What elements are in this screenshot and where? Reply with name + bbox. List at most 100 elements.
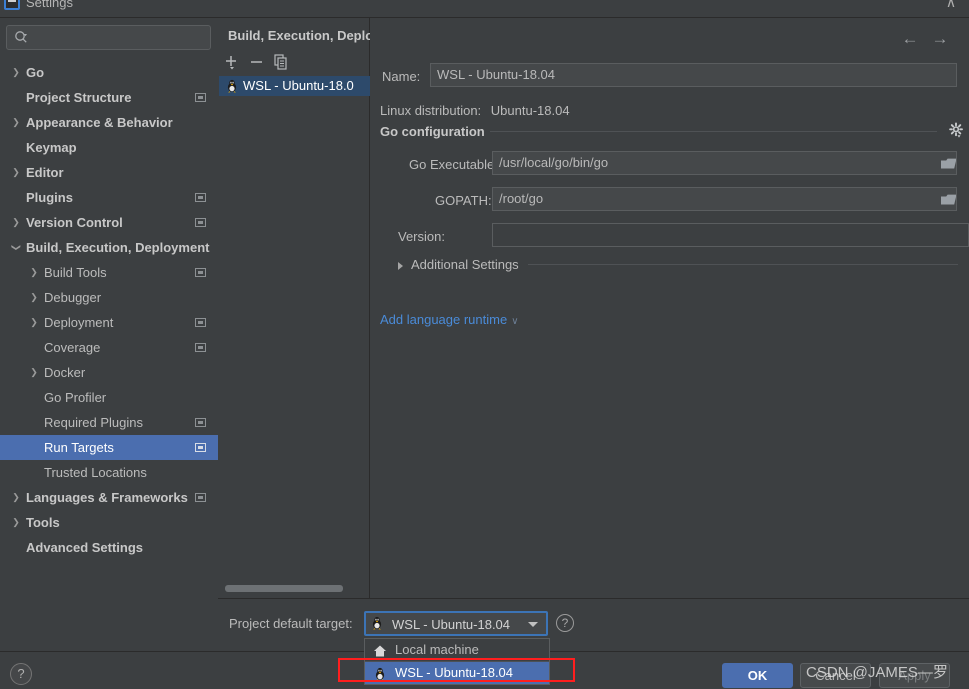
gear-icon[interactable] [948,122,964,138]
run-target-list[interactable]: WSL - Ubuntu-18.0 [219,76,370,576]
sidebar-item-coverage[interactable]: Coverage [0,335,218,360]
sidebar-item-keymap[interactable]: Keymap [0,135,218,160]
go-executable-label: Go Executable: [409,157,498,172]
sidebar-item-label: Version Control [26,215,123,230]
ok-button[interactable]: OK [722,663,793,688]
gopath-label: GOPATH: [435,193,492,208]
settings-window-icon [4,0,20,10]
sidebar-item-run-targets[interactable]: Run Targets [0,435,218,460]
sidebar-item-advanced-settings[interactable]: Advanced Settings [0,535,218,560]
chevron-right-icon[interactable]: ❯ [28,360,40,385]
sidebar-item-deployment[interactable]: ❯ Deployment [0,310,218,335]
tux-icon [225,79,239,93]
chevron-right-icon[interactable]: ❯ [10,110,22,135]
sidebar-item-trusted-locations[interactable]: Trusted Locations [0,460,218,485]
target-list-toolbar [222,53,362,75]
tux-icon [373,666,387,681]
sidebar-item-label: Languages & Frameworks [26,490,188,505]
sidebar-item-label: Coverage [44,340,101,355]
project-level-icon [195,218,206,227]
linux-distribution-value: Ubuntu-18.04 [490,103,570,118]
dropdown-option-wsl-ubuntu-18-04[interactable]: WSL - Ubuntu-18.04 [365,662,549,684]
scrollbar-thumb[interactable] [225,585,343,592]
project-level-icon [195,443,206,452]
name-input[interactable]: WSL - Ubuntu-18.04 [430,63,957,87]
browse-folder-icon-go-executable[interactable] [940,157,957,171]
project-level-icon [195,343,206,352]
chevron-right-icon[interactable]: ❯ [28,310,40,335]
chevron-down-icon[interactable]: ❯ [4,242,29,254]
forward-arrow-icon[interactable]: → [929,30,951,50]
sidebar-item-debugger[interactable]: ❯ Debugger [0,285,218,310]
search-icon [14,30,28,44]
list-horizontal-scrollbar[interactable] [219,583,369,593]
chevron-right-icon[interactable]: ❯ [10,60,22,85]
project-default-target-label: Project default target: [229,616,353,631]
sidebar-item-label: Go [26,65,45,80]
sidebar-item-label: Debugger [44,290,102,305]
sidebar-item-project-structure[interactable]: Project Structure [0,85,218,110]
chevron-right-icon[interactable]: ❯ [10,210,22,235]
chevron-right-icon[interactable]: ❯ [10,485,22,510]
chevron-right-icon[interactable]: ❯ [28,285,40,310]
go-executable-input[interactable]: /usr/local/go/bin/go [492,151,957,175]
sidebar-item-docker[interactable]: ❯ Docker [0,360,218,385]
copy-target-button[interactable] [272,53,292,73]
chevron-right-icon[interactable] [398,262,403,270]
chevron-right-icon[interactable]: ❯ [10,160,22,185]
add-target-button[interactable] [222,53,242,73]
sidebar-item-label: Plugins [26,190,73,205]
project-default-target-combobox[interactable]: WSL - Ubuntu-18.04 [364,611,548,636]
sidebar-item-appearance-behavior[interactable]: ❯ Appearance & Behavior [0,110,218,135]
chevron-right-icon[interactable]: ❯ [28,260,40,285]
project-level-icon [195,193,206,202]
search-field-wrapper[interactable] [6,25,211,50]
go-configuration-title: Go configuration [380,124,485,139]
bottom-divider [218,598,969,599]
version-input[interactable] [492,223,969,247]
tux-icon [370,616,384,630]
browse-folder-icon-gopath[interactable] [940,193,957,207]
sidebar-item-build-tools[interactable]: ❯ Build Tools [0,260,218,285]
project-level-icon [195,268,206,277]
sidebar-item-go-profiler[interactable]: Go Profiler [0,385,218,410]
sidebar-item-label: Editor [26,165,64,180]
sidebar-item-label: Trusted Locations [44,465,147,480]
version-label: Version: [398,229,445,244]
target-detail-panel: ← → Name: WSL - Ubuntu-18.04 Linux distr… [370,18,969,598]
chevron-down-icon[interactable] [528,622,538,627]
project-default-target-dropdown[interactable]: Local machine WSL - Ubuntu-18.04 [364,638,550,685]
apply-button[interactable]: Apply [879,663,950,688]
sidebar-item-go[interactable]: ❯ Go [0,60,218,85]
dropdown-option-local-machine[interactable]: Local machine [365,639,549,661]
settings-category-tree[interactable]: ❯ Go Project Structure ❯ Appearance & Behavi… [0,60,218,560]
sidebar-item-tools[interactable]: ❯ Tools [0,510,218,535]
collapse-icon[interactable]: ∧ [943,0,959,10]
project-level-icon [195,418,206,427]
sidebar-item-editor[interactable]: ❯ Editor [0,160,218,185]
gopath-input[interactable]: /root/go [492,187,957,211]
sidebar-item-label: Advanced Settings [26,540,144,555]
back-arrow-icon[interactable]: ← [899,30,921,50]
context-help-icon[interactable]: ? [556,614,574,632]
chevron-right-icon[interactable]: ❯ [10,510,22,535]
sidebar-item-version-control[interactable]: ❯ Version Control [0,210,218,235]
add-language-runtime-link[interactable]: Add language runtime ∨ [380,312,519,327]
sidebar-item-required-plugins[interactable]: Required Plugins [0,410,218,435]
search-input[interactable] [6,25,211,50]
dropdown-option-label: Local machine [395,642,479,657]
sidebar-item-build-execution-deployment[interactable]: ❯ Build, Execution, Deployment [0,235,218,260]
sidebar-item-label: Tools [26,515,60,530]
sidebar-item-label: Build, Execution, Deployment [26,240,210,255]
list-item[interactable]: WSL - Ubuntu-18.0 [219,76,370,96]
sidebar-item-plugins[interactable]: Plugins [0,185,218,210]
additional-settings-label[interactable]: Additional Settings [411,257,519,272]
remove-target-button[interactable] [247,53,267,73]
list-item-label: WSL - Ubuntu-18.0 [243,78,354,93]
help-button[interactable]: ? [10,663,32,685]
chevron-down-icon: ∨ [511,316,519,327]
cancel-button[interactable]: Cancel [800,663,871,688]
sidebar-item-label: Go Profiler [44,390,107,405]
sidebar-item-languages-frameworks[interactable]: ❯ Languages & Frameworks [0,485,218,510]
linux-distribution-row: Linux distribution: Ubuntu-18.04 [380,103,570,118]
